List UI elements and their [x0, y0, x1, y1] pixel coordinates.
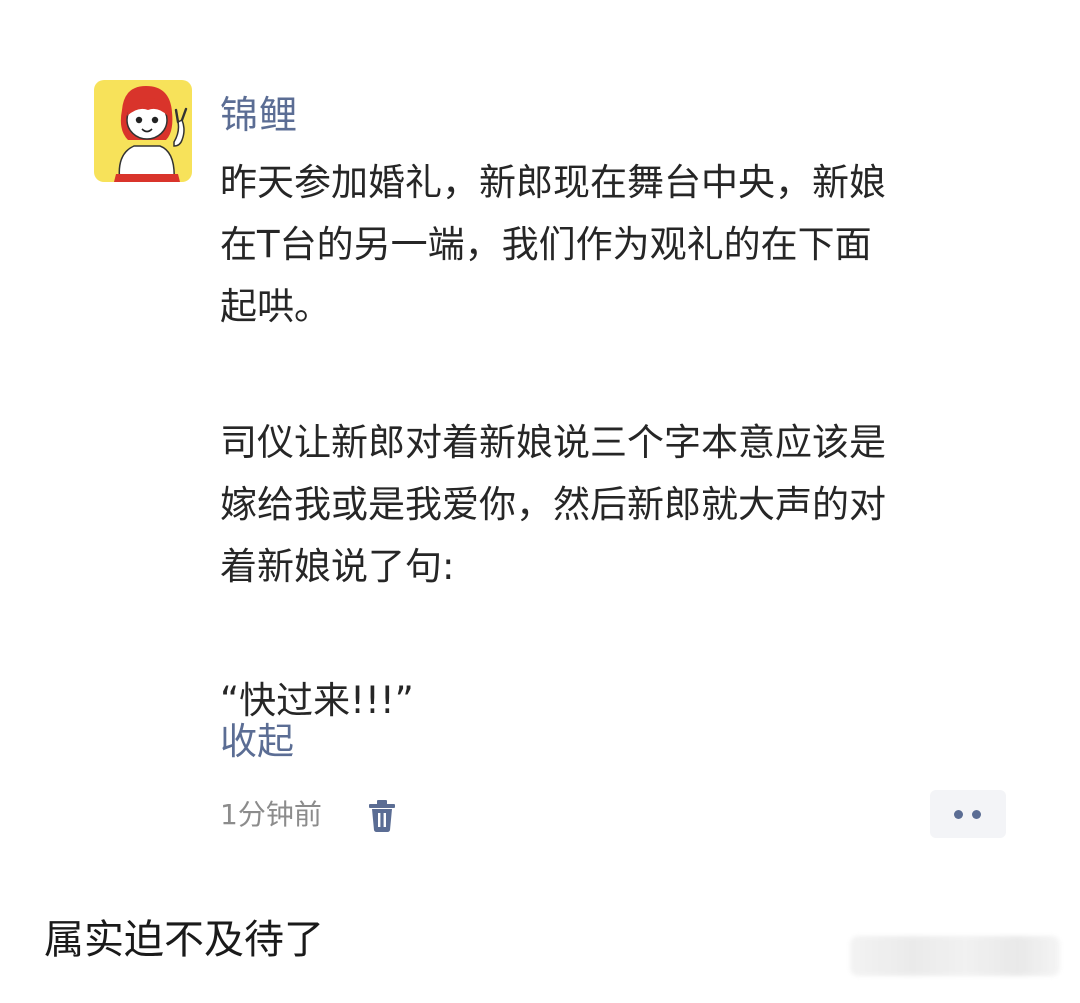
post-text-line: 着新娘说了句:	[220, 545, 455, 588]
more-dots-icon	[972, 810, 981, 819]
collapse-link[interactable]: 收起	[220, 717, 294, 767]
trash-icon	[369, 800, 395, 832]
post-text-line: “快过来!!!”	[220, 679, 414, 722]
post-text-line: 起哄。	[220, 285, 331, 328]
post-body: 昨天参加婚礼，新郎现在舞台中央，新娘 在T台的另一端，我们作为观礼的在下面 起哄…	[220, 152, 1020, 732]
post-text-line: 嫁给我或是我爱你，然后新郎就大声的对	[220, 483, 886, 526]
post-paragraph-1: 昨天参加婚礼，新郎现在舞台中央，新娘 在T台的另一端，我们作为观礼的在下面 起哄…	[220, 152, 1020, 338]
blurred-watermark	[850, 936, 1060, 976]
post-text-line: 昨天参加婚礼，新郎现在舞台中央，新娘	[220, 161, 886, 204]
screenshot-page: 锦鲤 昨天参加婚礼，新郎现在舞台中央，新娘 在T台的另一端，我们作为观礼的在下面…	[0, 0, 1080, 1003]
more-dots-icon	[954, 810, 963, 819]
post-paragraph-3: “快过来!!!”	[220, 670, 1020, 732]
post-paragraph-2: 司仪让新郎对着新娘说三个字本意应该是 嫁给我或是我爱你，然后新郎就大声的对 着新…	[220, 412, 1020, 598]
post-text-line: 在T台的另一端，我们作为观礼的在下面	[220, 223, 872, 266]
username-link[interactable]: 锦鲤	[220, 92, 298, 138]
avatar-cartoon-girl-icon	[114, 86, 188, 182]
user-avatar[interactable]	[94, 80, 192, 182]
post-timestamp: 1分钟前	[220, 798, 322, 831]
more-options-button[interactable]	[930, 790, 1006, 838]
delete-button[interactable]	[365, 796, 399, 834]
meme-caption: 属实迫不及待了	[44, 917, 324, 963]
post-text-line: 司仪让新郎对着新娘说三个字本意应该是	[220, 421, 886, 464]
